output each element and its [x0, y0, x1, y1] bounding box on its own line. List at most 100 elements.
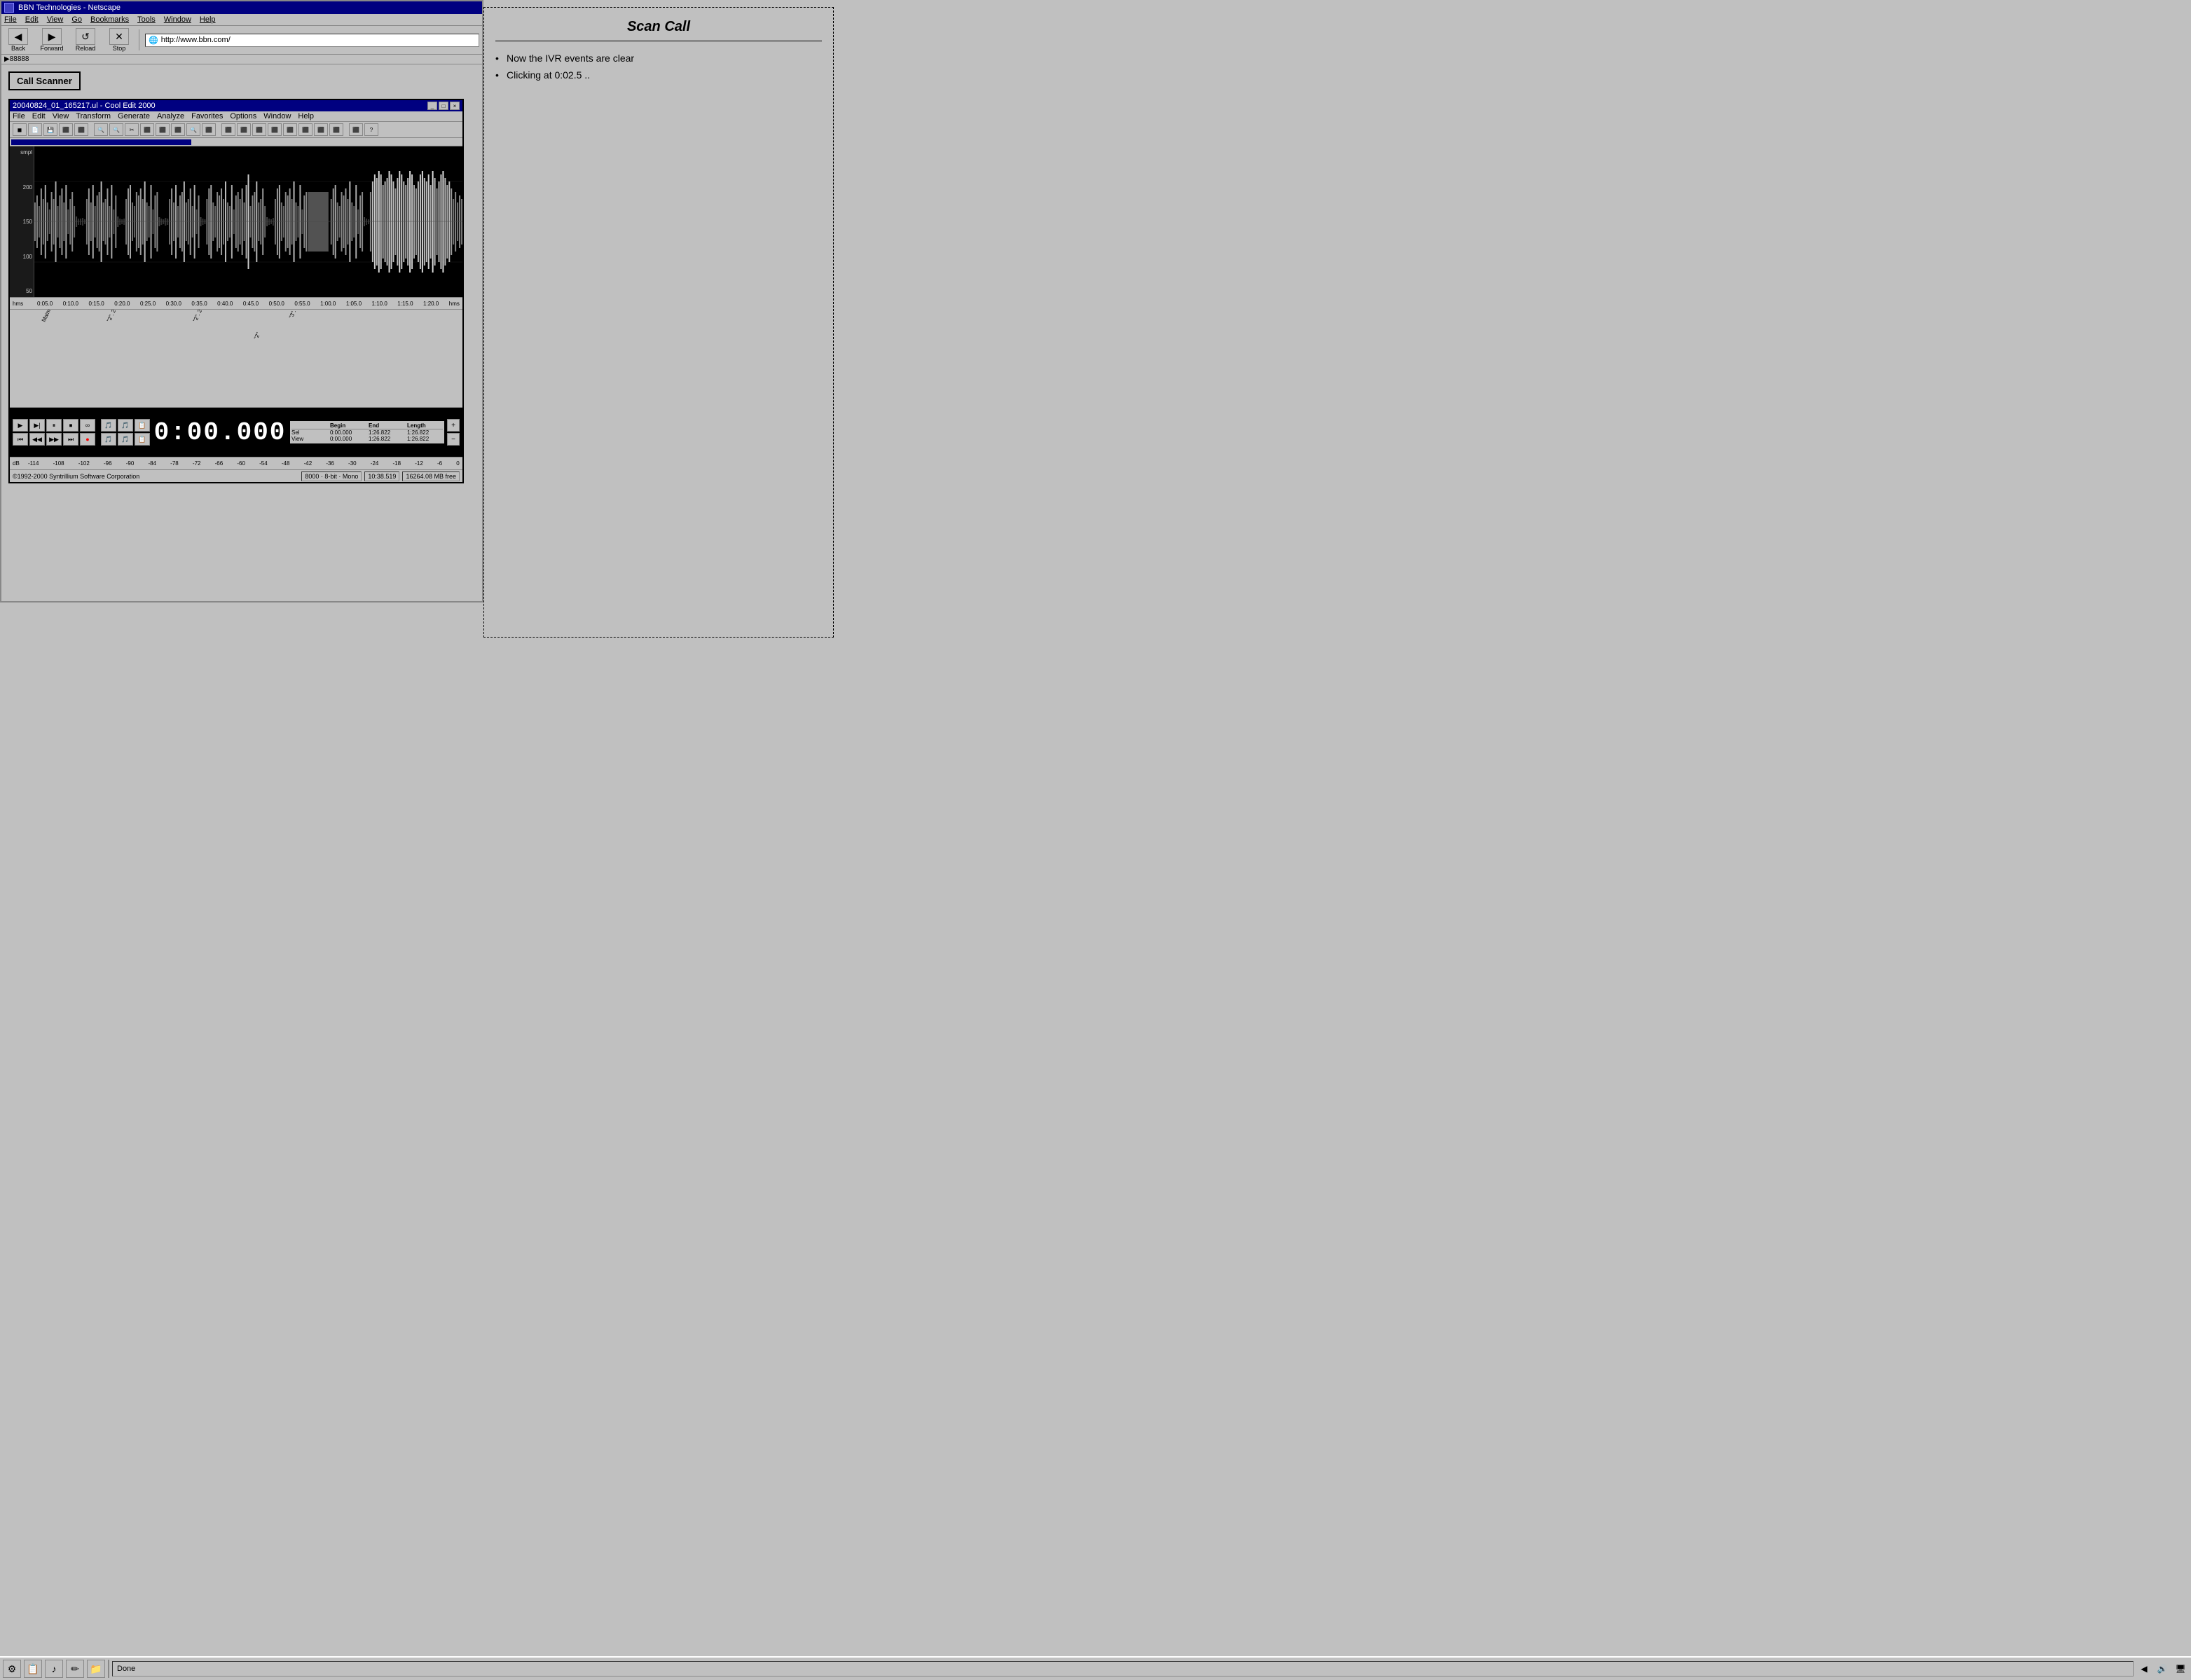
ce-tool-13[interactable]: ⬛ [202, 123, 216, 136]
taskbar-right-icons: ◀ 🔊 🖥 [2136, 1661, 2188, 1676]
waveform-container[interactable]: smpl 200 150 100 50 [10, 146, 462, 297]
ce-progress-bar [10, 138, 462, 146]
forward-button[interactable]: ▶ Forward [38, 28, 66, 52]
time-col-empty [291, 422, 327, 429]
menu-bookmarks[interactable]: Bookmarks [90, 15, 129, 24]
ce-tool-10[interactable]: ⬛ [156, 123, 170, 136]
loop-button[interactable]: ∞ [80, 419, 95, 432]
extra-btn-1[interactable]: 🎵 [101, 419, 116, 432]
ce-menu-view[interactable]: View [53, 112, 69, 121]
extra-btn-4[interactable]: 🎵 [101, 433, 116, 446]
ce-menu-window[interactable]: Window [263, 112, 291, 121]
slide-bullets: Now the IVR events are clear Clicking at… [495, 53, 822, 81]
extra-btn-3[interactable]: 📋 [135, 419, 150, 432]
ce-tool-20[interactable]: ⬛ [314, 123, 328, 136]
ce-tool-21[interactable]: ⬛ [329, 123, 343, 136]
cool-edit-status-bar: ©1992-2000 Syntrillium Software Corporat… [10, 469, 462, 482]
waveform-display[interactable] [34, 146, 462, 297]
windows-taskbar: ⚙ 📋 ♪ ✏ 📁 Done ◀ 🔊 🖥 [0, 1656, 2191, 1680]
address-icon: 🌐 [149, 36, 158, 45]
menu-edit[interactable]: Edit [25, 15, 39, 24]
ce-tool-4[interactable]: ⬛ [59, 123, 73, 136]
browser-title-icon [4, 3, 14, 13]
address-input[interactable] [161, 36, 476, 44]
ce-tool-16[interactable]: ⬛ [252, 123, 266, 136]
time-info-panel: Begin End Length Sel 0:00.000 1:26.822 1… [290, 421, 444, 443]
close-button[interactable]: × [450, 102, 460, 110]
reload-button[interactable]: ↺ Reload [71, 28, 99, 52]
taskbar-screen-icon[interactable]: 🖥 [2173, 1661, 2188, 1676]
extra-btn-6[interactable]: 📋 [135, 433, 150, 446]
fast-forward-button[interactable]: ▶▶ [46, 433, 62, 446]
menu-tools[interactable]: Tools [137, 15, 156, 24]
ce-menu-analyze[interactable]: Analyze [157, 112, 184, 121]
zoom-in-button[interactable]: + [447, 419, 460, 432]
back-icon: ◀ [8, 28, 28, 45]
menu-help[interactable]: Help [200, 15, 216, 24]
back-button[interactable]: ◀ Back [4, 28, 32, 52]
cool-edit-menubar: File Edit View Transform Generate Analyz… [10, 111, 462, 122]
ce-menu-favorites[interactable]: Favorites [191, 112, 223, 121]
address-bar[interactable]: 🌐 [145, 34, 479, 47]
taskbar-icon-2[interactable]: 📋 [24, 1660, 42, 1678]
ce-tool-8[interactable]: ✂ [125, 123, 139, 136]
taskbar-sound-icon[interactable]: 🔊 [2155, 1661, 2170, 1676]
browser-title: BBN Technologies - Netscape [18, 4, 121, 12]
ce-tool-3[interactable]: 💾 [43, 123, 57, 136]
play-button[interactable]: ▶ [13, 419, 28, 432]
ce-tool-11[interactable]: ⬛ [171, 123, 185, 136]
ce-tool-18[interactable]: ⬛ [283, 123, 297, 136]
taskbar-icon-4[interactable]: ✏ [66, 1660, 84, 1678]
taskbar-icon-1[interactable]: ⚙ [3, 1660, 21, 1678]
ce-menu-transform[interactable]: Transform [76, 112, 111, 121]
play-to-end-button[interactable]: ▶| [29, 419, 45, 432]
zoom-out-button[interactable]: − [447, 433, 460, 446]
slide-bullet-1: Now the IVR events are clear [495, 53, 822, 64]
extra-btn-5[interactable]: 🎵 [118, 433, 133, 446]
menu-go[interactable]: Go [71, 15, 82, 24]
stop-icon: ✕ [109, 28, 129, 45]
go-end-button[interactable]: ⏭ [63, 433, 78, 446]
maximize-button[interactable]: □ [439, 102, 448, 110]
menu-file[interactable]: File [4, 15, 17, 24]
record-button[interactable]: ● [80, 433, 95, 446]
ce-tool-7[interactable]: 🔍 [109, 123, 123, 136]
ce-tool-17[interactable]: ⬛ [268, 123, 282, 136]
waveform-svg [34, 146, 462, 297]
ce-menu-edit[interactable]: Edit [32, 112, 46, 121]
ce-tool-6[interactable]: 🔍 [94, 123, 108, 136]
ce-menu-generate[interactable]: Generate [118, 112, 150, 121]
ce-tool-9[interactable]: ⬛ [140, 123, 154, 136]
ce-tool-19[interactable]: ⬛ [298, 123, 312, 136]
rewind-button[interactable]: ◀◀ [29, 433, 45, 446]
taskbar-nav-left-icon[interactable]: ◀ [2136, 1661, 2152, 1676]
taskbar-icon-5[interactable]: 📁 [87, 1660, 105, 1678]
transport-row-2: ⏮ ◀◀ ▶▶ ⏭ ● [13, 433, 95, 446]
stop-button[interactable]: ⏹ [63, 419, 78, 432]
ce-tool-22[interactable]: ⬛ [349, 123, 363, 136]
ce-tool-23[interactable]: ? [364, 123, 378, 136]
menu-window[interactable]: Window [164, 15, 191, 24]
extra-btn-2[interactable]: 🎵 [118, 419, 133, 432]
go-start-button[interactable]: ⏮ [13, 433, 28, 446]
stop-button[interactable]: ✕ Stop [105, 28, 133, 52]
ce-tool-5[interactable]: ⬛ [74, 123, 88, 136]
call-scanner-button[interactable]: Call Scanner [8, 71, 81, 90]
time-info-view-row: View 0:00.000 1:26.822 1:26.822 [291, 436, 443, 442]
ce-tool-15[interactable]: ⬛ [237, 123, 251, 136]
menu-view[interactable]: View [47, 15, 64, 24]
ce-tool-14[interactable]: ⬛ [221, 123, 235, 136]
ce-menu-options[interactable]: Options [230, 112, 256, 121]
ce-tool-2[interactable]: 📄 [28, 123, 42, 136]
time-info-header: Begin End Length [291, 422, 443, 429]
ce-tool-12[interactable]: 🔍 [186, 123, 200, 136]
transport-row-1: ▶ ▶| ⏸ ⏹ ∞ [13, 419, 95, 432]
ce-tool-1[interactable]: ◼ [13, 123, 27, 136]
pause-button[interactable]: ⏸ [46, 419, 62, 432]
taskbar-icon-3[interactable]: ♪ [45, 1660, 63, 1678]
presentation-slide: Scan Call Now the IVR events are clear C… [483, 7, 834, 638]
minimize-button[interactable]: _ [427, 102, 437, 110]
ce-menu-file[interactable]: File [13, 112, 25, 121]
ivr-labels-area: MainMenu "2". 2-OrderMenu "2". 2-NewOrdI… [10, 310, 462, 408]
ce-menu-help[interactable]: Help [298, 112, 314, 121]
